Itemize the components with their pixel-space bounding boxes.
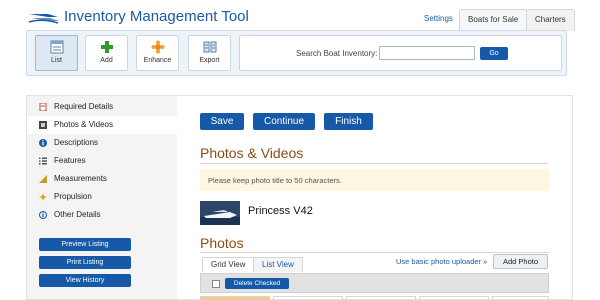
ruler-icon (39, 175, 47, 183)
photos-divider (200, 252, 549, 253)
sidebar-item-required-details[interactable]: Required Details (27, 98, 177, 116)
list-button[interactable]: List (35, 35, 78, 71)
plus-icon (100, 41, 113, 53)
tab-grid-view[interactable]: Grid View (202, 257, 255, 272)
add-photo-button[interactable]: Add Photo (493, 254, 548, 269)
tab-charters[interactable]: Charters (526, 9, 575, 31)
save-button[interactable]: Save (200, 113, 244, 130)
sidebar-item-features[interactable]: Features (27, 152, 177, 170)
sidebar-item-label: Features (54, 156, 86, 165)
photo-grid-header: Delete Checked (200, 273, 549, 293)
boat-name: Princess V42 (248, 205, 313, 217)
sidebar-item-label: Required Details (54, 102, 114, 111)
sidebar-item-label: Propulsion (54, 192, 92, 201)
photo-cell[interactable] (273, 296, 343, 300)
tab-boats-for-sale[interactable]: Boats for Sale (459, 9, 528, 31)
photo-cell[interactable] (200, 296, 270, 300)
app-title: Inventory Management Tool (64, 8, 249, 25)
sidebar-item-other-details[interactable]: Other Details (27, 206, 177, 224)
propeller-icon (39, 193, 47, 201)
main-content: Save Continue Finish Photos & Videos Ple… (177, 95, 573, 300)
enhance-icon (151, 40, 164, 54)
enhance-button-label: Enhance (143, 57, 172, 64)
search-input[interactable] (379, 46, 475, 60)
preview-listing-button[interactable]: Preview Listing (39, 238, 131, 251)
toolbar: List Add Enhance Export Search Boat Inve… (26, 30, 567, 76)
sidebar-item-label: Descriptions (54, 138, 99, 147)
export-button[interactable]: Export (188, 35, 231, 71)
print-listing-button[interactable]: Print Listing (39, 256, 131, 269)
list-button-label: List (51, 57, 62, 64)
sidebar: Required Details Photos & Videos Descrip… (26, 95, 177, 300)
info-icon (39, 139, 47, 147)
add-button[interactable]: Add (85, 35, 128, 71)
boat-thumbnail[interactable] (200, 201, 240, 225)
info-circle-icon (39, 211, 47, 219)
sidebar-item-descriptions[interactable]: Descriptions (27, 134, 177, 152)
notice-text: Please keep photo title to 50 characters… (208, 176, 342, 185)
sidebar-item-label: Measurements (54, 174, 107, 183)
document-icon (39, 103, 47, 111)
enhance-button[interactable]: Enhance (136, 35, 179, 71)
photo-cell[interactable] (346, 296, 416, 300)
go-button[interactable]: Go (480, 47, 508, 60)
sidebar-item-photos-videos[interactable]: Photos & Videos (27, 116, 177, 134)
sidebar-item-propulsion[interactable]: Propulsion (27, 188, 177, 206)
export-icon (203, 41, 216, 53)
search-panel: Search Boat Inventory: Go (239, 35, 562, 71)
notice-banner: Please keep photo title to 50 characters… (200, 169, 549, 191)
section-divider (200, 163, 549, 164)
sidebar-item-measurements[interactable]: Measurements (27, 170, 177, 188)
ship-logo-icon (28, 14, 59, 24)
delete-checked-button[interactable]: Delete Checked (225, 278, 289, 289)
tab-list-view[interactable]: List View (253, 257, 303, 272)
add-button-label: Add (100, 57, 113, 64)
select-all-checkbox[interactable] (212, 280, 220, 288)
continue-button[interactable]: Continue (253, 113, 315, 130)
section-title: Photos & Videos (200, 145, 304, 161)
list-icon (50, 40, 63, 54)
photo-cell[interactable] (419, 296, 489, 300)
export-button-label: Export (199, 57, 220, 64)
settings-link[interactable]: Settings (424, 14, 453, 23)
film-icon (39, 121, 47, 129)
photos-title: Photos (200, 235, 244, 251)
sidebar-item-label: Photos & Videos (54, 120, 114, 129)
view-history-button[interactable]: View History (39, 274, 131, 287)
app-header: Inventory Management Tool Settings Boats… (0, 0, 600, 31)
sidebar-item-label: Other Details (54, 210, 101, 219)
list-bullets-icon (39, 157, 47, 165)
photo-cell[interactable] (492, 296, 549, 300)
finish-button[interactable]: Finish (324, 113, 373, 130)
basic-uploader-link[interactable]: Use basic photo uploader » (396, 257, 487, 266)
search-label: Search Boat Inventory: (296, 49, 378, 58)
